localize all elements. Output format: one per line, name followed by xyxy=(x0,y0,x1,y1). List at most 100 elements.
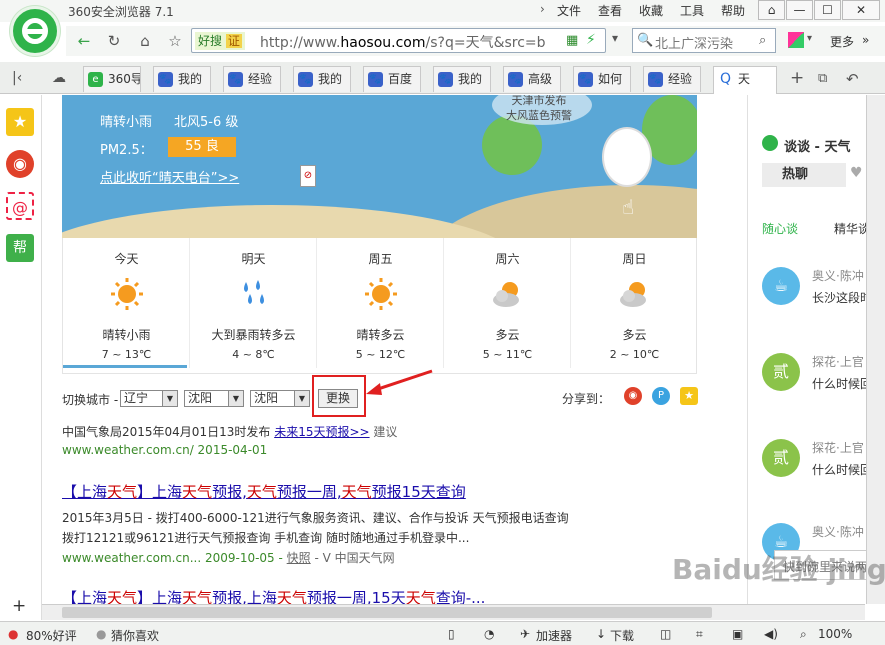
tab-list-icon[interactable]: ⧉ xyxy=(818,71,827,86)
tab-jingyan-1[interactable]: 🐾 经验 xyxy=(223,66,281,92)
back-icon[interactable]: ← xyxy=(72,30,96,52)
close-button[interactable]: ✕ xyxy=(842,0,880,20)
zoom-icon[interactable]: ⌕ xyxy=(800,627,807,642)
tab-advanced[interactable]: 🐾 高级 xyxy=(503,66,561,92)
shield-icon[interactable]: ◔ xyxy=(484,627,494,641)
tab-scroll-left-icon[interactable]: |‹ xyxy=(12,70,22,86)
result-url: www.weather.com.cn... 2009-10-05 - 快照 - … xyxy=(62,551,395,565)
dropdown-arrow-icon: ▼ xyxy=(294,391,309,406)
volume-icon[interactable]: ◀) xyxy=(764,627,778,641)
tab-mine-3[interactable]: 🐾 我的 xyxy=(433,66,491,92)
forecast-day[interactable]: 周五 晴转多云 5 ~ 12℃ xyxy=(317,238,444,368)
home-icon[interactable]: ⌂ xyxy=(133,30,157,52)
sidebar-add-button[interactable]: + xyxy=(12,596,26,616)
help-icon[interactable]: 帮 xyxy=(6,234,34,262)
phone-icon[interactable]: ▯ xyxy=(448,627,455,641)
forecast-day[interactable]: 周日 多云 2 ~ 10℃ xyxy=(571,238,698,368)
undo-close-icon[interactable]: ↶ xyxy=(846,70,859,88)
tab-jingyan-2[interactable]: 🐾 经验 xyxy=(643,66,701,92)
weibo-icon[interactable]: ◉ xyxy=(6,150,34,178)
tab-weather-active[interactable]: Q天 xyxy=(713,66,777,94)
pointer-hand-icon: ☝ xyxy=(622,195,635,219)
forecast-day[interactable]: 今天 晴转小雨 7 ~ 13℃ xyxy=(63,238,190,368)
snapshot-link[interactable]: 快照 xyxy=(287,551,311,565)
browser-logo-icon[interactable] xyxy=(10,6,60,56)
more-button[interactable]: 更多 xyxy=(830,33,854,50)
tab-best-talk[interactable]: 精华谈 xyxy=(834,220,870,237)
province-select[interactable]: 辽宁 ▼ xyxy=(120,390,178,407)
address-bar[interactable]: 好搜 证 http://www.haosou.com/s?q=天气&src=b … xyxy=(191,28,606,53)
cloud-icon[interactable]: ☁ xyxy=(52,70,66,86)
tab-360[interactable]: e 360导 xyxy=(83,66,141,92)
mail-icon[interactable]: @ xyxy=(6,192,34,220)
change-city-button[interactable]: 更换 xyxy=(318,389,358,408)
tab-free-talk[interactable]: 随心谈 xyxy=(762,220,798,237)
url-domain: haosou.com xyxy=(340,35,426,51)
share-tencent-icon[interactable]: P xyxy=(652,387,670,405)
360-icon: e xyxy=(88,72,103,87)
vertical-scrollbar[interactable] xyxy=(866,95,885,604)
pin-button[interactable]: ⌂ xyxy=(758,0,785,20)
source-url: www.weather.com.cn/ 2015-04-01 xyxy=(62,443,268,457)
rating-label[interactable]: 80%好评 xyxy=(26,627,77,644)
zoom-level[interactable]: 100% xyxy=(818,627,852,641)
refresh-icon[interactable]: ↻ xyxy=(102,30,126,52)
screen-icon[interactable]: ▣ xyxy=(732,627,743,641)
search-submit-icon[interactable]: ⌕ xyxy=(759,33,766,48)
menu-help[interactable]: 帮助 xyxy=(721,2,745,19)
forecast-day[interactable]: 明天 大到暴雨转多云 4 ~ 8℃ xyxy=(190,238,317,368)
qrcode-icon[interactable]: ▦ xyxy=(566,33,578,48)
haosou-label[interactable]: 好搜 证 xyxy=(195,32,245,50)
minimize-button[interactable]: — xyxy=(786,0,813,20)
district-select[interactable]: 沈阳 ▼ xyxy=(250,390,310,407)
tab-mine-2[interactable]: 🐾 我的 xyxy=(293,66,351,92)
rocket-icon[interactable]: ✈ xyxy=(520,627,530,641)
download-button[interactable]: 下载 xyxy=(610,627,634,644)
menu-view[interactable]: 查看 xyxy=(598,2,622,19)
menu-tools[interactable]: 工具 xyxy=(680,2,704,19)
city-select[interactable]: 沈阳 ▼ xyxy=(184,390,244,407)
scroll-thumb[interactable] xyxy=(62,607,712,618)
share-favorite-icon[interactable]: ★ xyxy=(680,387,698,405)
apps-dropdown-icon[interactable]: ▾ xyxy=(807,33,812,44)
address-dropdown-icon[interactable]: ▾ xyxy=(612,31,618,45)
result-title-link[interactable]: 【上海天气】上海天气预报,天气预报一周,天气预报15天查询 xyxy=(62,481,466,502)
suggest-link[interactable]: 建议 xyxy=(373,425,397,439)
hot-tab[interactable]: 热聊 xyxy=(762,163,846,187)
search-input[interactable]: 🔍 北上广深污染 ⌕ xyxy=(632,28,776,53)
more-arrow-icon[interactable]: » xyxy=(862,33,869,47)
new-tab-button[interactable]: + xyxy=(790,68,804,88)
guess-you-like[interactable]: 猜你喜欢 xyxy=(111,627,159,644)
menu-file[interactable]: 文件 xyxy=(557,2,581,19)
apps-icon[interactable] xyxy=(788,32,804,48)
url-path: /s?q=天气&src=b xyxy=(425,35,546,51)
avatar: 贰 xyxy=(762,439,800,477)
talk-panel: 谈谈 - 天气 热聊 ♥ 随心谈 精华谈 ☕ 奥义·陈冲 长沙这段时 贰探花·上官什… xyxy=(747,95,885,620)
maximize-button[interactable]: ☐ xyxy=(814,0,841,20)
cert-badge[interactable]: 证 xyxy=(225,34,242,48)
baidu-paw-icon: 🐾 xyxy=(438,72,453,87)
weather-banner: 天津市发布 大风蓝色预警 晴转小雨 北风5-6 级 PM2.5： 55 良 点此收… xyxy=(62,95,697,238)
alert-bubble-text: 天津市发布 大风蓝色预警 xyxy=(506,95,572,122)
sun-icon xyxy=(111,278,143,310)
crop-icon[interactable]: ⌗ xyxy=(696,627,703,642)
forecast-15day-link[interactable]: 未来15天预报>> xyxy=(274,425,369,439)
favorites-star-icon[interactable]: ★ xyxy=(6,108,34,136)
layout-icon[interactable]: ◫ xyxy=(660,627,671,641)
favorite-star-icon[interactable]: ☆ xyxy=(163,30,187,52)
share-weibo-icon[interactable]: ◉ xyxy=(624,387,642,405)
like-icon[interactable]: ♥ xyxy=(850,165,863,181)
baidu-paw-icon: 🐾 xyxy=(578,72,593,87)
horizontal-scrollbar[interactable] xyxy=(42,604,865,620)
menu-favorites[interactable]: 收藏 xyxy=(639,2,663,19)
avatar: 贰 xyxy=(762,353,800,391)
tab-baidu[interactable]: 🐾 百度 xyxy=(363,66,421,92)
download-icon[interactable]: ↓ xyxy=(596,627,606,641)
weather-radio-link[interactable]: 点此收听“晴天电台”>> xyxy=(100,167,239,186)
accelerator-button[interactable]: 加速器 xyxy=(536,627,572,644)
baidu-paw-icon: 🐾 xyxy=(158,72,173,87)
tab-mine-1[interactable]: 🐾 我的 xyxy=(153,66,211,92)
forecast-day[interactable]: 周六 多云 5 ~ 11℃ xyxy=(444,238,571,368)
lightning-icon[interactable]: ⚡ xyxy=(586,32,596,48)
tab-how[interactable]: 🐾 如何 xyxy=(573,66,631,92)
